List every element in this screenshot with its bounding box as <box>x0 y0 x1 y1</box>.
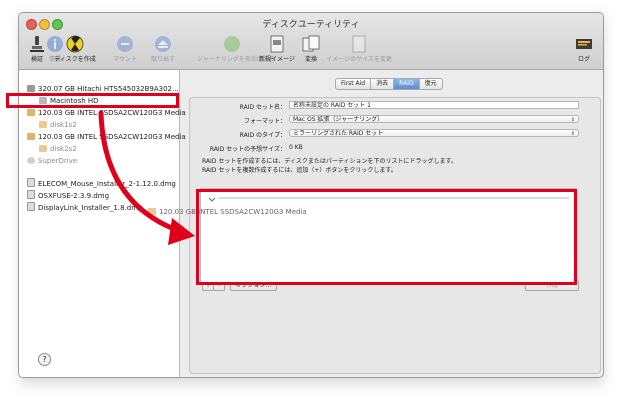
format-label: フォーマット： <box>243 118 286 125</box>
mount-icon <box>117 36 133 52</box>
raid-instructions-2: RAID セットを複数作成するには、追加（+）ボタンをクリックします。 <box>202 167 397 174</box>
raid-name-field[interactable]: 名称未設定の RAID セット 1 <box>289 101 579 109</box>
volume-icon <box>39 145 47 152</box>
sidebar-item-osxfuse-dmg[interactable]: OSXFUSE-2.3.9.dmg <box>27 190 109 200</box>
sidebar-item-intel-ssd-2[interactable]: 120.03 GB INTEL SSDSA2CW120G3 Media <box>27 132 186 142</box>
raid-name-label: RAID セット名： <box>239 104 286 111</box>
ssd-disk-icon <box>27 109 35 116</box>
popup-arrows-icon: ⇕ <box>570 131 575 137</box>
disk-image-icon <box>27 190 35 199</box>
ssd-disk-icon <box>27 133 35 140</box>
source-highlight-box <box>6 93 179 108</box>
tab-restore[interactable]: 復元 <box>419 78 443 90</box>
journaling-icon <box>224 36 240 52</box>
device-sidebar: 320.07 GB Hitachi HTS545032B9A302... Mac… <box>19 70 186 377</box>
volume-icon <box>39 121 47 128</box>
popup-arrows-icon: ⇕ <box>570 117 575 123</box>
tab-raid[interactable]: RAID <box>394 78 420 90</box>
sidebar-item-displaylink-dmg[interactable]: DisplayLink_Installer_1.8.dmg <box>27 202 142 212</box>
log-button[interactable]: ログ <box>567 35 601 63</box>
tab-bar: First Aid 消去 RAID 復元 <box>335 78 443 90</box>
burn-icon <box>66 35 84 53</box>
eject-button[interactable]: 取り出す <box>141 35 185 63</box>
window-title: ディスクユーティリティ <box>262 20 360 30</box>
tab-erase[interactable]: 消去 <box>371 78 395 90</box>
raid-size-value: 0 KB <box>289 144 303 151</box>
log-icon <box>576 39 592 49</box>
sidebar-item-elecom-dmg[interactable]: ELECOM_Mouse_Installer_2-1.12.0.dmg <box>27 178 176 188</box>
format-popup[interactable]: Mac OS 拡張（ジャーナリング） ⇕ <box>289 115 579 123</box>
sidebar-item-disk1s2[interactable]: disk1s2 <box>39 120 77 130</box>
tab-first-aid[interactable]: First Aid <box>335 78 372 90</box>
drop-target-highlight-box <box>196 189 577 285</box>
resize-image-button[interactable]: イメージのサイズを変更 <box>319 35 399 63</box>
ssd-disk-icon <box>148 208 156 215</box>
sidebar-item-intel-ssd-1[interactable]: 120.03 GB INTEL SSDSA2CW120G3 Media <box>27 108 186 118</box>
optical-drive-icon <box>27 157 35 164</box>
resize-image-icon <box>352 35 366 53</box>
raid-size-label: RAID セットの予想サイズ： <box>209 146 286 153</box>
burn-button[interactable]: ディスクを作成 <box>53 35 97 63</box>
eject-icon <box>155 36 171 52</box>
sidebar-item-superdrive[interactable]: SuperDrive <box>27 156 77 166</box>
disk-image-icon <box>27 202 35 211</box>
new-image-icon <box>270 35 284 53</box>
help-button[interactable]: ? <box>38 353 51 366</box>
raid-type-label: RAID のタイプ： <box>239 132 286 139</box>
toolbar: ディスクユーティリティ 検証 情報 ディスクを作成 マウント 取り出す ジャーナ… <box>19 13 603 70</box>
disk-image-icon <box>27 178 35 187</box>
hard-disk-icon <box>27 85 35 92</box>
raid-type-popup[interactable]: ミラーリングされた RAID セット ⇕ <box>289 129 579 137</box>
raid-instructions-1: RAID セットを作成するには、ディスクまたはパーティションを下のリストにドラッ… <box>202 158 457 165</box>
sidebar-item-disk2s2[interactable]: disk2s2 <box>39 144 77 154</box>
